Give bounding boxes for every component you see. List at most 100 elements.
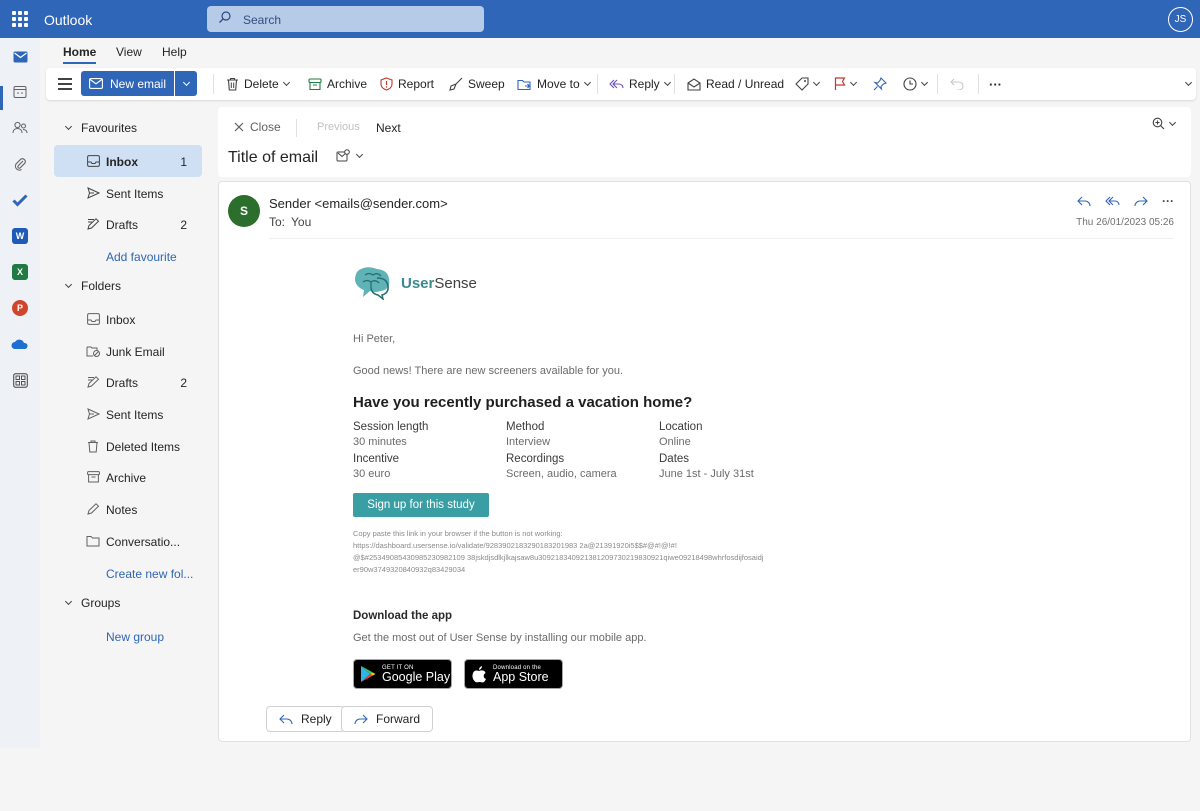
excel-icon[interactable]: X (10, 262, 30, 282)
inbox-icon (86, 312, 100, 326)
sign-up-button[interactable]: Sign up for this study (353, 493, 489, 517)
report-button[interactable]: Report (380, 68, 434, 100)
previous-button[interactable]: Previous (317, 121, 360, 133)
folder-item-deleted[interactable]: Deleted Items (54, 430, 202, 462)
download-title: Download the app (353, 610, 453, 622)
to-value[interactable]: You (291, 215, 311, 229)
tab-help[interactable]: Help (162, 45, 187, 59)
next-button[interactable]: Next (376, 121, 401, 135)
folder-item-drafts[interactable]: Drafts 2 (54, 366, 202, 398)
reply-all-button[interactable]: Reply (609, 68, 671, 100)
google-play-badge[interactable]: GET IT ON Google Play (353, 659, 452, 689)
subject-actions[interactable] (336, 149, 364, 163)
favourites-header[interactable]: Favourites (64, 118, 137, 138)
reply-button[interactable]: Reply (266, 706, 345, 732)
brain-chat-icon (355, 267, 390, 300)
folder-item-notes[interactable]: Notes (54, 493, 202, 525)
envelope-icon (89, 78, 103, 89)
app-launcher-icon[interactable] (12, 11, 28, 27)
close-label: Close (250, 120, 281, 134)
flag-button[interactable] (834, 68, 858, 100)
word-icon[interactable]: W (10, 226, 30, 246)
calendar-icon[interactable] (10, 82, 30, 102)
draft-count: 2 (180, 218, 187, 232)
fallback-link[interactable]: https://dashboard.usersense.io/validate/… (353, 540, 783, 552)
apps-icon[interactable] (10, 370, 30, 390)
attachment-icon[interactable] (10, 154, 30, 174)
mail-icon[interactable] (10, 47, 30, 67)
new-group-link[interactable]: New group (106, 630, 164, 644)
app-title[interactable]: Outlook (44, 12, 92, 28)
zoom-button[interactable] (1152, 117, 1177, 130)
email-body: UserSense Hi Peter, Good news! There are… (353, 182, 823, 742)
usersense-logo: UserSense (353, 266, 477, 300)
folder-item-conversation-history[interactable]: Conversatio... (54, 525, 202, 557)
detail-recordings: Recordings Screen, audio, camera (506, 453, 617, 480)
powerpoint-icon[interactable]: P (10, 298, 30, 318)
folder-item-inbox[interactable]: Inbox (54, 303, 202, 335)
sender-avatar[interactable]: S (228, 195, 260, 227)
favourites-item-drafts[interactable]: Drafts 2 (54, 208, 202, 240)
read-unread-label: Read / Unread (706, 77, 785, 91)
favourites-item-sent[interactable]: Sent Items (54, 177, 202, 209)
forward-button[interactable]: Forward (341, 706, 434, 732)
categorize-button[interactable] (795, 68, 821, 100)
fallback-link[interactable]: er90w3749320840932q83429034 (353, 564, 783, 576)
snooze-button[interactable] (903, 68, 929, 100)
tag-icon (795, 77, 809, 91)
undo-icon (950, 78, 964, 90)
folder-label: Archive (106, 471, 147, 485)
app-store-badge[interactable]: Download on the App Store (464, 659, 563, 689)
add-favourite-link[interactable]: Add favourite (106, 250, 177, 264)
read-unread-button[interactable]: Read / Unread (687, 68, 784, 100)
folder-item-junk[interactable]: Junk Email (54, 335, 202, 367)
close-button[interactable]: Close (234, 120, 281, 134)
tab-home[interactable]: Home (63, 45, 97, 64)
app-store-big: App Store (493, 669, 549, 684)
pin-icon (873, 77, 887, 91)
fallback-link[interactable]: @$#25349085430985230982109 38jskdjsdlkjl… (353, 552, 783, 564)
new-email-dropdown[interactable] (175, 71, 197, 96)
create-new-folder-link[interactable]: Create new fol... (106, 567, 193, 581)
user-avatar[interactable]: JS (1168, 7, 1193, 32)
forward-icon[interactable] (1134, 195, 1148, 207)
undo-button[interactable] (950, 68, 964, 100)
move-to-button[interactable]: Move to (517, 68, 591, 100)
folder-label: Sent Items (106, 408, 164, 422)
folders-header[interactable]: Folders (64, 276, 121, 296)
reply-all-icon[interactable] (1105, 195, 1120, 207)
todo-icon[interactable] (10, 190, 30, 210)
pin-button[interactable] (873, 68, 887, 100)
pencil-icon (86, 217, 100, 231)
folder-item-archive[interactable]: Archive (54, 461, 202, 493)
new-email-button[interactable]: New email (81, 71, 174, 96)
tab-view[interactable]: View (116, 45, 142, 59)
ribbon-expand[interactable] (1184, 68, 1193, 100)
reply-icon[interactable] (1077, 195, 1091, 207)
groups-header[interactable]: Groups (64, 593, 121, 613)
folder-item-sent[interactable]: Sent Items (54, 398, 202, 430)
search-input[interactable]: Search (207, 6, 484, 32)
divider (674, 74, 675, 94)
groups-title: Groups (81, 596, 121, 610)
intro-text: Good news! There are new screeners avail… (353, 365, 624, 377)
fallback-link-block: Copy paste this link in your browser if … (353, 528, 783, 576)
detail-location: Location Online (659, 421, 703, 448)
hamburger-menu-icon[interactable] (58, 78, 72, 93)
archive-label: Archive (327, 77, 368, 91)
onedrive-icon[interactable] (10, 334, 30, 354)
delete-button[interactable]: Delete (226, 68, 290, 100)
study-headline: Have you recently purchased a vacation h… (353, 394, 693, 411)
copy-hint-text: Copy paste this link in your browser if … (353, 529, 563, 538)
archive-button[interactable]: Archive (308, 68, 367, 100)
people-icon[interactable] (10, 118, 30, 138)
trash-icon (227, 77, 238, 91)
recipients-line: To: You (269, 215, 311, 229)
favourites-item-inbox[interactable]: Inbox 1 (54, 145, 202, 177)
zoom-in-icon (1152, 117, 1165, 130)
open-envelope-icon (687, 77, 701, 91)
more-options-button[interactable]: ··· (989, 68, 1002, 100)
chevron-down-icon (812, 78, 821, 87)
more-options-icon[interactable]: ··· (1162, 194, 1174, 208)
sweep-button[interactable]: Sweep (449, 68, 505, 100)
